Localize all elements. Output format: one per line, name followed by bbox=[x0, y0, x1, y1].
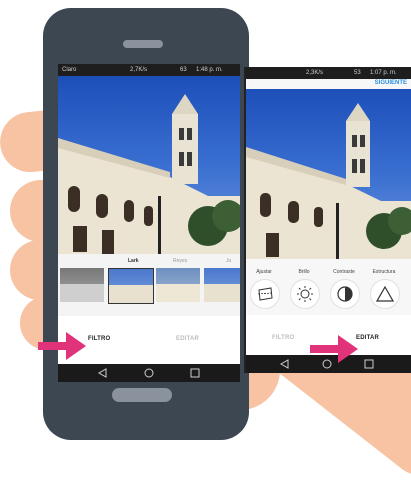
tool-label-brillo: Brillo bbox=[298, 269, 310, 275]
carrier: Claro bbox=[62, 67, 77, 73]
triangle-icon bbox=[376, 286, 394, 302]
status-bar: Claro 2,7K/s 63 1:48 p. m. bbox=[58, 64, 240, 76]
sun-icon bbox=[297, 286, 313, 302]
tab-filtro[interactable]: FILTRO bbox=[88, 336, 110, 342]
home-icon[interactable] bbox=[144, 368, 154, 378]
adjust-tool[interactable] bbox=[250, 279, 280, 309]
android-nav-bar bbox=[58, 364, 240, 382]
tool-label-contraste: Contraste bbox=[333, 269, 355, 275]
phone-home-button[interactable] bbox=[112, 388, 172, 402]
battery: 53 bbox=[354, 70, 361, 76]
header-bar: SIGUIENTE bbox=[246, 79, 411, 89]
back-icon[interactable] bbox=[98, 368, 108, 378]
filter-thumb-normal[interactable] bbox=[60, 268, 104, 302]
edit-tools: Ajustar Brillo Contraste Estructura bbox=[246, 259, 411, 315]
net-speed: 2,3K/s bbox=[306, 70, 324, 76]
pointer-arrow-filtro bbox=[38, 332, 86, 360]
right-screen: 2,3K/s 53 1:07 p. m. SIGUIENTE Ajustar B… bbox=[244, 67, 411, 373]
contrast-icon bbox=[337, 286, 353, 302]
back-icon[interactable] bbox=[280, 359, 290, 369]
tab-editar[interactable]: EDITAR bbox=[176, 336, 199, 342]
crop-icon bbox=[257, 287, 273, 301]
tab-filtro[interactable]: FILTRO bbox=[272, 335, 294, 341]
photo bbox=[246, 89, 411, 259]
church-illustration bbox=[246, 103, 411, 259]
next-button[interactable]: SIGUIENTE bbox=[375, 80, 407, 86]
tool-label-ajustar: Ajustar bbox=[256, 269, 272, 275]
net-speed: 2,7K/s bbox=[130, 67, 148, 73]
clock: 1:07 p. m. bbox=[370, 70, 397, 76]
tool-label-estructura: Estructura bbox=[372, 269, 396, 275]
filter-thumb-reyes[interactable] bbox=[156, 268, 200, 302]
filter-thumb-ju[interactable] bbox=[204, 268, 240, 302]
status-bar: 2,3K/s 53 1:07 p. m. bbox=[246, 67, 411, 79]
church-illustration bbox=[58, 94, 240, 254]
recents-icon[interactable] bbox=[364, 359, 374, 369]
structure-tool[interactable] bbox=[370, 279, 400, 309]
contrast-tool[interactable] bbox=[330, 279, 360, 309]
recents-icon[interactable] bbox=[190, 368, 200, 378]
pointer-arrow-editar bbox=[310, 335, 358, 363]
filter-strip: Lark Reyes Ju bbox=[58, 254, 240, 316]
filter-label-lark: Lark bbox=[128, 258, 139, 264]
clock: 1:48 p. m. bbox=[196, 67, 223, 73]
battery: 63 bbox=[180, 67, 187, 73]
filter-label-ju: Ju bbox=[226, 258, 232, 264]
filter-thumb-lark[interactable] bbox=[108, 268, 154, 304]
phone-speaker bbox=[123, 40, 163, 48]
filter-label-reyes: Reyes bbox=[173, 258, 188, 264]
photo bbox=[58, 76, 240, 254]
brightness-tool[interactable] bbox=[290, 279, 320, 309]
